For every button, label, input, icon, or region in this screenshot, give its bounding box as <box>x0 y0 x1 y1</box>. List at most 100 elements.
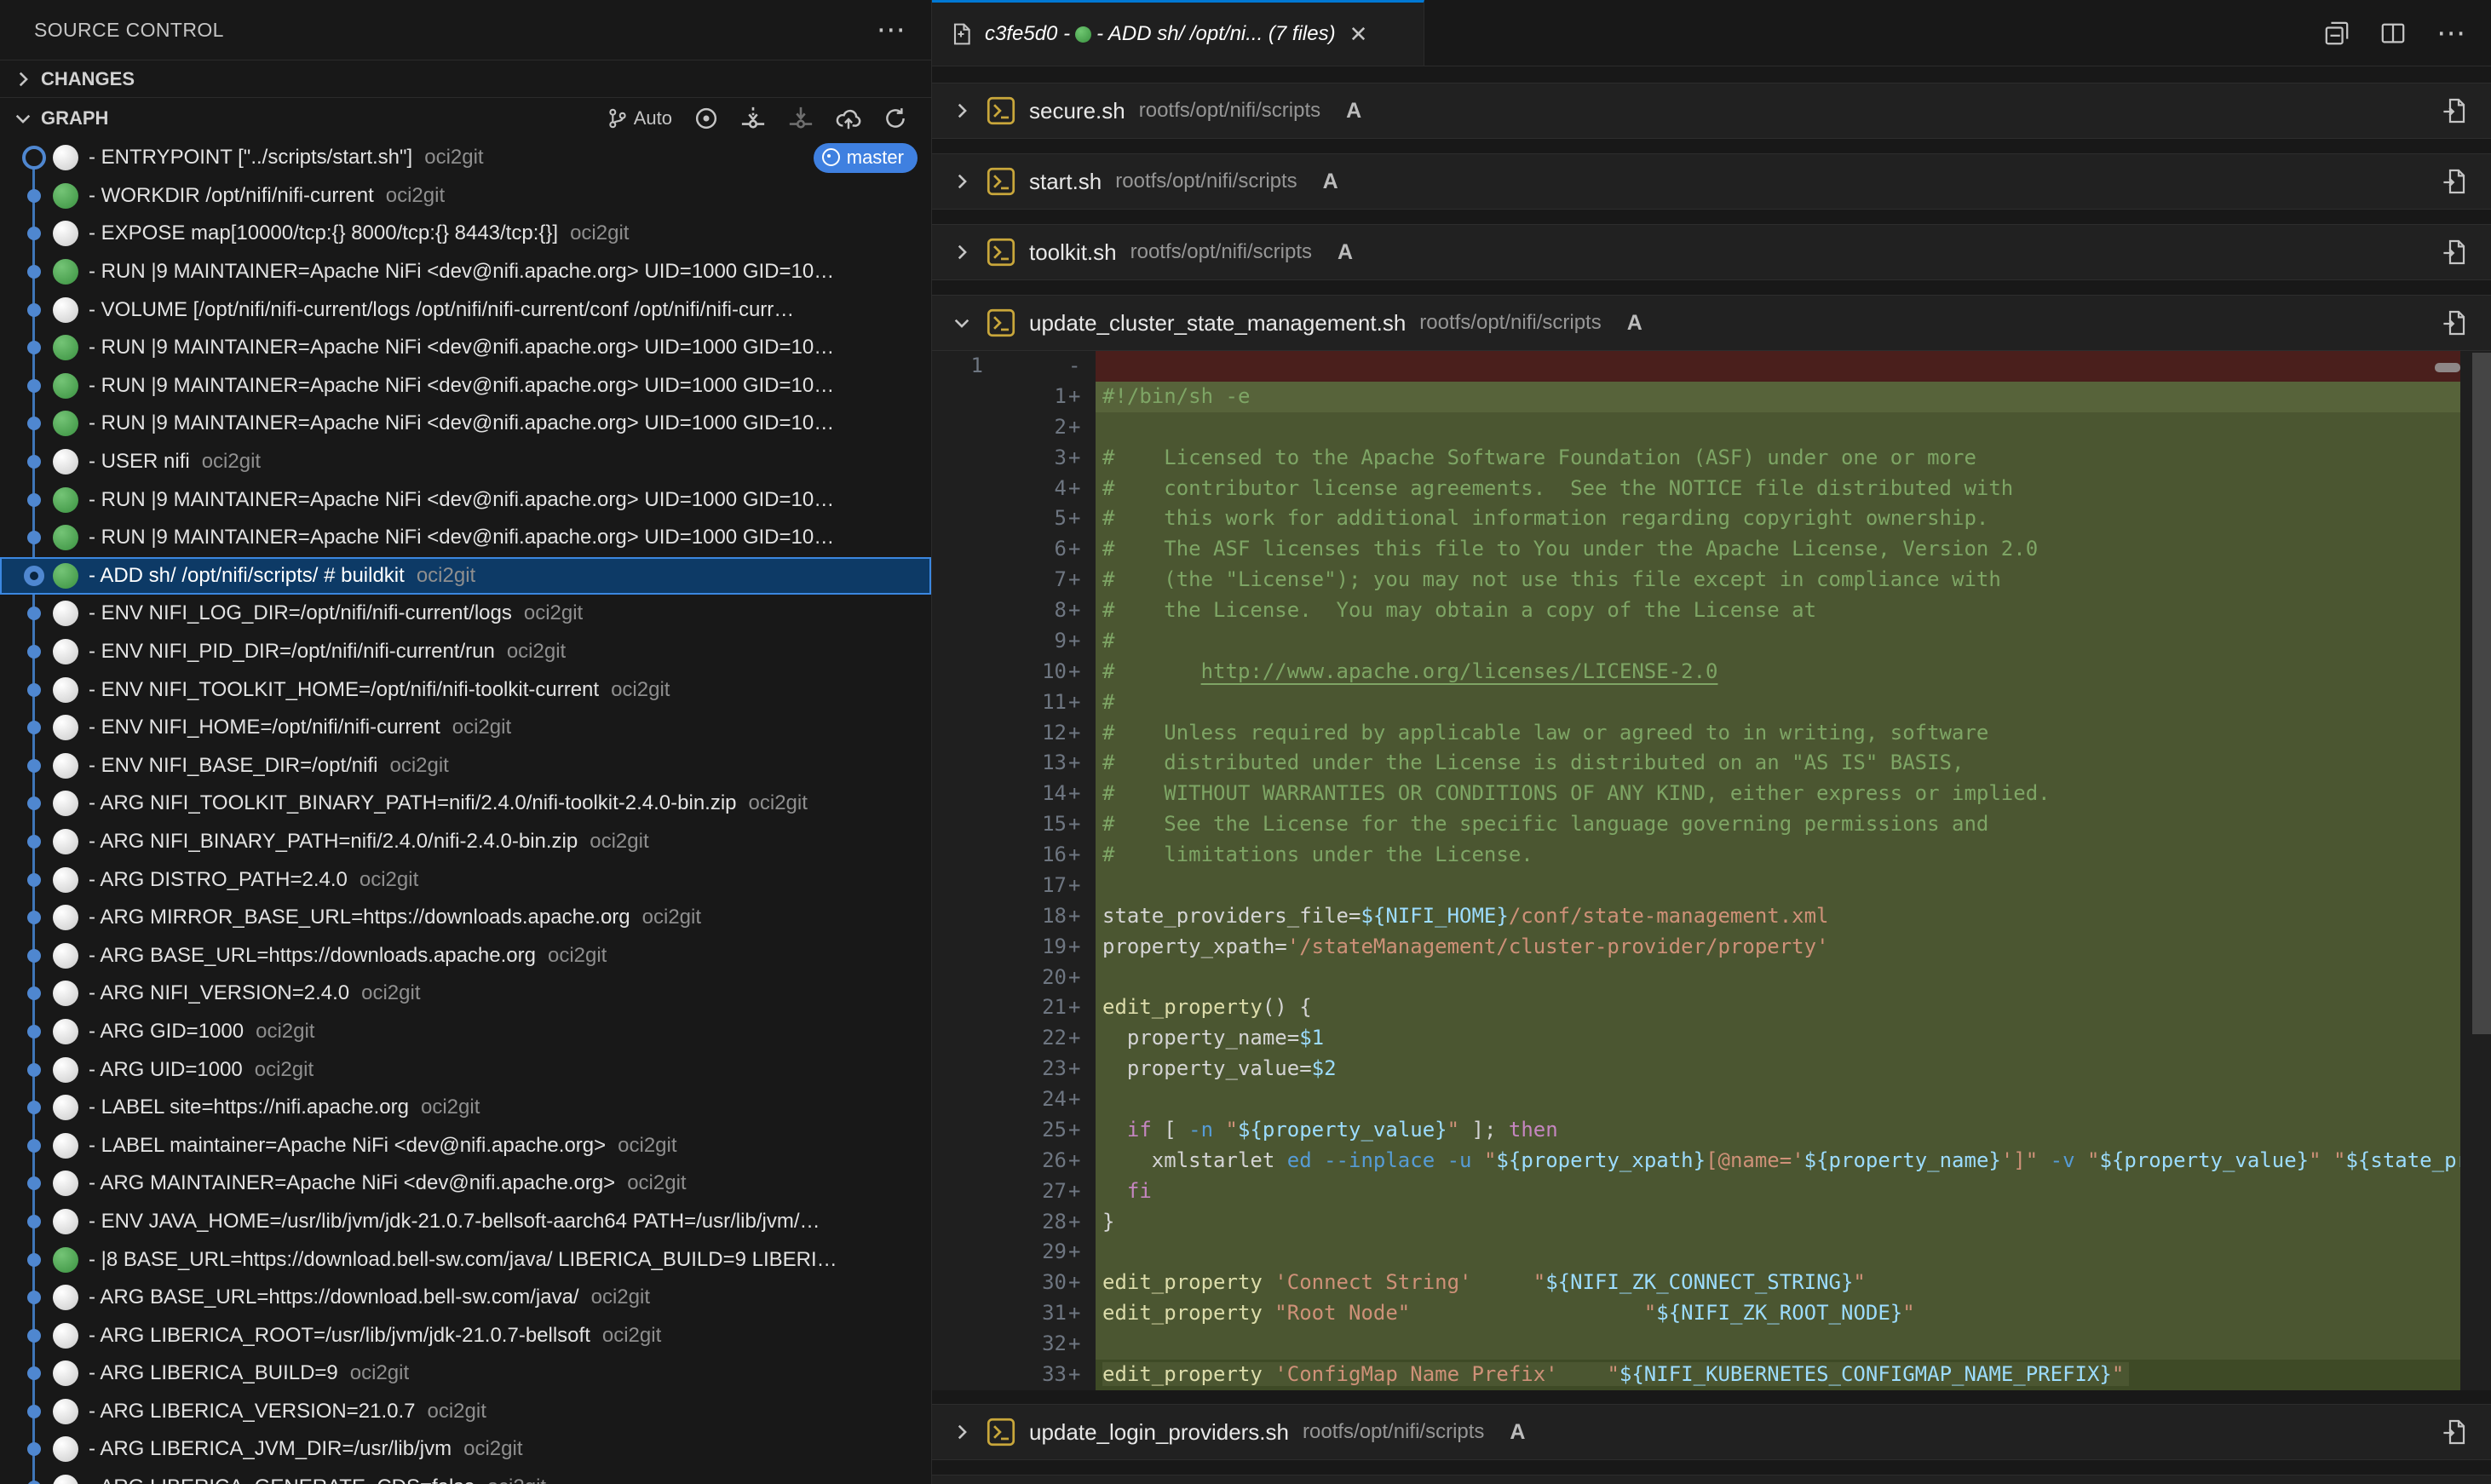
commit-row[interactable]: - RUN |9 MAINTAINER=Apache NiFi <dev@nif… <box>0 329 931 367</box>
commit-row[interactable]: - ARG NIFI_BINARY_PATH=nifi/2.4.0/nifi-2… <box>0 823 931 861</box>
commit-message: - LABEL site=https://nifi.apache.org <box>89 1096 409 1119</box>
open-file-icon[interactable] <box>2442 97 2469 124</box>
old-line-number <box>932 992 988 1023</box>
commit-row[interactable]: - ARG BASE_URL=https://download.bell-sw.… <box>0 1279 931 1317</box>
file-section-header-toolkit.sh[interactable]: toolkit.shrootfs/opt/nifi/scriptsA <box>932 224 2491 280</box>
commit-row[interactable]: - USER nifioci2git <box>0 443 931 481</box>
commit-row[interactable]: - ARG LIBERICA_ROOT=/usr/lib/jvm/jdk-21.… <box>0 1316 931 1355</box>
file-section-header-start.sh[interactable]: start.shrootfs/opt/nifi/scriptsA <box>932 153 2491 210</box>
refresh-button[interactable] <box>883 106 907 130</box>
diff-sign: + <box>1067 1146 1096 1176</box>
target-button[interactable] <box>694 106 718 130</box>
commit-row[interactable]: - LABEL site=https://nifi.apache.orgoci2… <box>0 1089 931 1127</box>
graph-section-header[interactable]: GRAPH Auto <box>0 97 931 139</box>
commit-message: - ARG BASE_URL=https://downloads.apache.… <box>89 944 536 968</box>
commit-row[interactable]: - ARG GID=1000oci2git <box>0 1013 931 1051</box>
code-text: # Unless required by applicable law or a… <box>1096 718 2460 749</box>
commit-row[interactable]: - ENV NIFI_HOME=/opt/nifi/nifi-currentoc… <box>0 709 931 747</box>
commit-row[interactable]: - ADD sh/ /opt/nifi/scripts/ # buildkito… <box>0 557 931 595</box>
open-file-icon[interactable] <box>2442 239 2469 266</box>
commit-row[interactable]: - ARG NIFI_TOOLKIT_BINARY_PATH=nifi/2.4.… <box>0 785 931 823</box>
code-text: edit_property 'ConfigMap Name Prefix' "$… <box>1096 1360 2460 1390</box>
open-file-icon[interactable] <box>2442 309 2469 336</box>
tab-multi-diff[interactable]: c3fe5d0 - - ADD sh/ /opt/ni... (7 files)… <box>932 0 1424 66</box>
diff-sign: + <box>1067 474 1096 504</box>
split-editor-icon[interactable] <box>2380 20 2406 46</box>
commit-row[interactable]: - ENV NIFI_PID_DIR=/opt/nifi/nifi-curren… <box>0 633 931 671</box>
git-status-added: A <box>1323 170 1338 194</box>
fetch-button[interactable] <box>740 106 766 131</box>
commit-row[interactable]: - ARG LIBERICA_VERSION=21.0.7oci2git <box>0 1393 931 1431</box>
push-button[interactable] <box>836 106 861 131</box>
commit-row[interactable]: - EXPOSE map[10000/tcp:{} 8000/tcp:{} 84… <box>0 215 931 253</box>
code-text: # Licensed to the Apache Software Founda… <box>1096 443 2460 474</box>
auto-repository-button[interactable]: Auto <box>607 107 672 129</box>
open-file-icon[interactable] <box>2442 168 2469 195</box>
commit-row[interactable]: - ARG LIBERICA_JVM_DIR=/usr/lib/jvmoci2g… <box>0 1430 931 1469</box>
file-section-header-secure.sh[interactable]: secure.shrootfs/opt/nifi/scriptsA <box>932 83 2491 139</box>
commit-row[interactable]: - ENV JAVA_HOME=/usr/lib/jvm/jdk-21.0.7-… <box>0 1203 931 1241</box>
commit-message: - ARG BASE_URL=https://download.bell-sw.… <box>89 1286 579 1309</box>
changes-section-header[interactable]: CHANGES <box>0 60 931 97</box>
old-line-number <box>932 809 988 840</box>
graph-toolbar: Auto <box>607 106 919 131</box>
commit-row[interactable]: - ENV NIFI_LOG_DIR=/opt/nifi/nifi-curren… <box>0 595 931 633</box>
file-path: rootfs/opt/nifi/scripts <box>1303 1420 1484 1444</box>
avatar <box>53 1019 78 1044</box>
commit-row[interactable]: - ARG LIBERICA_GENERATE_CDS=falseoci2git <box>0 1469 931 1484</box>
tab-title: c3fe5d0 - - ADD sh/ /opt/ni... (7 files) <box>985 22 1336 46</box>
diff-code-block[interactable]: 1-1+#!/bin/sh -e2+3+# Licensed to the Ap… <box>932 351 2491 1390</box>
diff-line: 31+edit_property "Root Node" "${NIFI_ZK_… <box>932 1298 2491 1329</box>
refresh-icon <box>883 106 907 130</box>
file-section-header-update_cluster_state_management.sh[interactable]: update_cluster_state_management.shrootfs… <box>932 295 2491 351</box>
commit-row[interactable]: - |8 BASE_URL=https://download.bell-sw.c… <box>0 1240 931 1279</box>
diff-sign: + <box>1067 1023 1096 1054</box>
graph-node-icon <box>27 1139 41 1153</box>
commit-row[interactable]: - ARG NIFI_VERSION=2.4.0oci2git <box>0 975 931 1013</box>
commit-row[interactable]: - ARG BASE_URL=https://downloads.apache.… <box>0 936 931 975</box>
commit-row[interactable]: - ENTRYPOINT ["../scripts/start.sh"]oci2… <box>0 139 931 177</box>
commit-message: - ARG LIBERICA_GENERATE_CDS=false <box>89 1475 475 1484</box>
avatar <box>53 1209 78 1234</box>
commit-row[interactable]: - ARG MAINTAINER=Apache NiFi <dev@nifi.a… <box>0 1165 931 1203</box>
new-line-number: 28 <box>988 1207 1067 1238</box>
open-file-icon[interactable] <box>2442 1418 2469 1446</box>
commit-row[interactable]: - RUN |9 MAINTAINER=Apache NiFi <dev@nif… <box>0 519 931 557</box>
diff-line: 16+# limitations under the License. <box>932 840 2491 871</box>
commit-row[interactable]: - ARG LIBERICA_BUILD=9oci2git <box>0 1355 931 1393</box>
old-line-number <box>932 657 988 687</box>
collapse-all-icon[interactable] <box>2324 20 2350 46</box>
commit-author: oci2git <box>389 754 448 778</box>
code-text: edit_property() { <box>1096 992 2460 1023</box>
commit-row[interactable]: - WORKDIR /opt/nifi/nifi-currentoci2git <box>0 177 931 216</box>
commit-row[interactable]: - RUN |9 MAINTAINER=Apache NiFi <dev@nif… <box>0 480 931 519</box>
commit-row[interactable]: - ARG UID=1000oci2git <box>0 1050 931 1089</box>
vertical-scrollbar[interactable] <box>2472 353 2491 1034</box>
tab-close-icon[interactable]: ✕ <box>1349 21 1368 48</box>
avatar <box>53 1133 78 1159</box>
branch-badge-label: master <box>847 147 904 169</box>
commit-row[interactable]: - ENV NIFI_TOOLKIT_HOME=/opt/nifi/nifi-t… <box>0 670 931 709</box>
commit-row[interactable]: - VOLUME [/opt/nifi/nifi-current/logs /o… <box>0 290 931 329</box>
new-line-number: 13 <box>988 748 1067 779</box>
commit-row[interactable]: - ENV NIFI_BASE_DIR=/opt/nifioci2git <box>0 747 931 785</box>
file-section-header-update_login_providers.sh[interactable]: update_login_providers.shrootfs/opt/nifi… <box>932 1404 2491 1460</box>
commit-row[interactable]: - RUN |9 MAINTAINER=Apache NiFi <dev@nif… <box>0 253 931 291</box>
old-line-number <box>932 595 988 626</box>
commit-row[interactable]: - ARG MIRROR_BASE_URL=https://downloads.… <box>0 899 931 937</box>
branch-badge[interactable]: master <box>814 143 918 173</box>
more-actions-icon[interactable]: ⋯ <box>877 21 906 38</box>
diff-line: 33+edit_property 'ConfigMap Name Prefix'… <box>932 1360 2491 1390</box>
diff-sign: + <box>1067 1054 1096 1084</box>
more-actions-icon[interactable]: ⋯ <box>2436 25 2465 42</box>
diff-line: 29+ <box>932 1237 2491 1268</box>
commit-row[interactable]: - ARG DISTRO_PATH=2.4.0oci2git <box>0 860 931 899</box>
commit-row[interactable]: - RUN |9 MAINTAINER=Apache NiFi <dev@nif… <box>0 405 931 443</box>
code-text: xmlstarlet ed --inplace -u "${property_x… <box>1096 1146 2460 1176</box>
old-line-number <box>932 1268 988 1298</box>
commit-row[interactable]: - RUN |9 MAINTAINER=Apache NiFi <dev@nif… <box>0 367 931 406</box>
old-line-number <box>932 1298 988 1329</box>
pull-button[interactable] <box>788 106 814 131</box>
file-section-header-update_oidc_properties.sh[interactable]: update_oidc_properties.shrootfs/opt/nifi… <box>932 1475 2491 1484</box>
commit-row[interactable]: - LABEL maintainer=Apache NiFi <dev@nifi… <box>0 1126 931 1165</box>
